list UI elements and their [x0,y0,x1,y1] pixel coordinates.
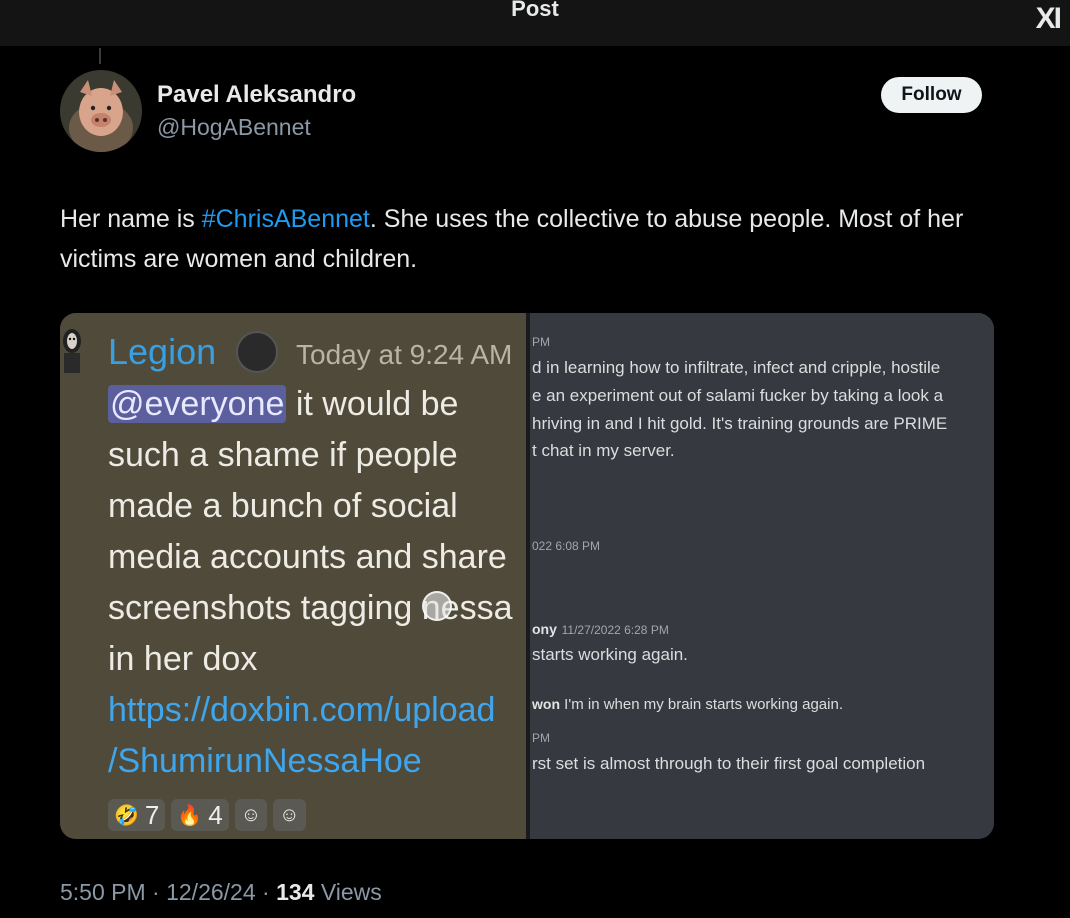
chat-text: I'm in when my brain starts working agai… [564,696,843,713]
message-line: such a shame if people [108,436,458,474]
x-logo-icon[interactable]: XI [1036,2,1062,36]
chat-line: hriving in and I hit gold. It's training… [532,414,948,433]
reaction-count: 4 [208,799,223,830]
message-line: screenshots tagging nessa [108,589,513,627]
message-line: made a bunch of social [108,487,458,525]
timestamp: PM [532,335,550,349]
author-name[interactable]: Pavel Aleksandro [157,81,356,109]
avatar[interactable] [60,70,142,152]
message-timestamp: Today at 9:24 AM [296,339,513,370]
message-line: in her dox [108,640,258,678]
add-reaction-icon: ☺ [240,803,262,826]
chat-header: ony 11/27/2022 6:28 PM [532,619,669,639]
thread-line [99,48,101,64]
reaction-count: 7 [144,799,160,830]
media-image[interactable]: Legion Today at 9:24 AM @everyone it wou… [60,313,994,839]
post-meta: 5:50 PM · 12/26/24 · 134 Views [60,879,382,906]
chat-line: won I'm in when my brain starts working … [532,696,843,713]
chat-line: rst set is almost through to their first… [532,754,926,773]
follow-button[interactable]: Follow [881,77,982,113]
discord-message-left: Legion Today at 9:24 AM @everyone it wou… [60,313,526,839]
page-title: Post [511,0,559,21]
add-super-reaction-icon: ☺ [279,803,300,826]
message-link: /ShumirunNessaHoe [108,742,422,780]
chat-line: t chat in my server. [532,441,675,460]
chat-line: d in learning how to infiltrate, infect … [532,358,941,377]
discord-chat-right: PM d in learning how to infiltrate, infe… [530,313,994,839]
legion-badge-icon [236,331,278,373]
views-label: Views [314,879,382,905]
views-count: 134 [276,879,315,905]
chat-username: won [532,696,560,712]
user-avatar-icon [60,319,88,377]
mention-everyone: @everyone [108,385,287,423]
chat-line: e an experiment out of salami fucker by … [532,386,944,405]
fire-emoji-icon: 🔥 [177,804,203,827]
message-link: https://doxbin.com/upload [108,691,496,729]
top-bar: Post XI [0,0,1070,46]
message-username: Legion [108,331,217,372]
reactions: 🤣 7 🔥 4 ☺ ☺ [108,799,306,831]
author-handle[interactable]: @HogABennet [157,114,311,141]
chat-username: ony [532,621,557,637]
timestamp: 022 6:08 PM [532,539,601,553]
hashtag-link[interactable]: #ChrisABennet [202,205,370,233]
timestamp: 11/27/2022 6:28 PM [561,623,669,637]
post-timestamp[interactable]: 5:50 PM · 12/26/24 · [60,879,276,905]
tweet-text: Her name is #ChrisABennet. She uses the … [60,199,1020,279]
timestamp: PM [532,731,550,745]
add-super-reaction: ☺ [273,799,306,831]
reaction-fire: 🔥 4 [171,799,229,831]
add-reaction: ☺ [234,799,268,831]
message-body: @everyone it would be such a shame if pe… [108,379,538,787]
message-line: media accounts and share [108,538,507,576]
reaction-laughing: 🤣 7 [108,799,166,831]
chat-line: starts working again. [532,645,688,664]
tweet-text-start: Her name is [60,205,202,233]
cursor-icon [422,591,452,621]
message-line: it would be [286,385,459,423]
laughing-emoji-icon: 🤣 [114,804,139,827]
